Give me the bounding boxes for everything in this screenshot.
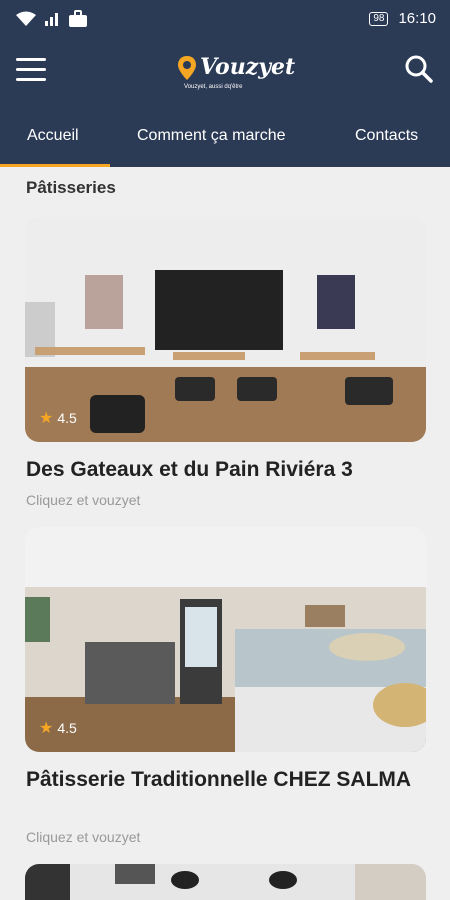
briefcase-icon: [69, 10, 87, 27]
brand-name: Vouzyet: [200, 54, 296, 80]
status-icons-left: [16, 10, 88, 28]
tab-bar: Accueil Comment ça marche Contacts: [0, 106, 450, 167]
menu-icon[interactable]: [16, 58, 46, 82]
rating-value: 4.5: [57, 720, 77, 736]
battery-icon: 98: [369, 11, 389, 26]
status-time: 16:10: [398, 10, 436, 27]
star-icon: ★: [39, 410, 54, 427]
brand-tagline: Vouzyet, aussi dq'être: [184, 84, 243, 90]
section-title: Pâtisseries: [26, 178, 116, 197]
tab-contacts[interactable]: Contacts: [355, 127, 418, 145]
status-icons-right: 98 16:10: [369, 10, 436, 27]
app-bar: Vouzyet Vouzyet, aussi dq'être: [0, 38, 450, 106]
rating: ★ 4.5: [39, 718, 77, 738]
search-icon[interactable]: [404, 54, 434, 84]
card-title[interactable]: Pâtisserie Traditionnelle CHEZ SALMA: [26, 766, 426, 793]
card-subtitle: Cliquez et vouzyet: [26, 492, 141, 508]
rating: ★ 4.5: [39, 408, 77, 428]
card-title[interactable]: Des Gateaux et du Pain Riviéra 3: [26, 456, 426, 483]
active-tab-indicator: [0, 164, 110, 167]
wifi-icon: [16, 11, 36, 26]
card-image[interactable]: ★ 4.5: [25, 527, 426, 752]
star-icon: ★: [39, 720, 54, 737]
tab-comment-ca-marche[interactable]: Comment ça marche: [137, 127, 286, 145]
status-bar: 98 16:10: [0, 0, 450, 38]
tab-accueil[interactable]: Accueil: [27, 127, 79, 145]
card-subtitle: Cliquez et vouzyet: [26, 829, 141, 845]
card-image[interactable]: [25, 864, 426, 900]
location-pin-icon: [178, 56, 196, 80]
card-image[interactable]: ★ 4.5: [25, 217, 426, 442]
app-logo[interactable]: Vouzyet Vouzyet, aussi dq'être: [178, 54, 295, 94]
rating-value: 4.5: [57, 410, 77, 426]
signal-icon: [45, 13, 58, 26]
